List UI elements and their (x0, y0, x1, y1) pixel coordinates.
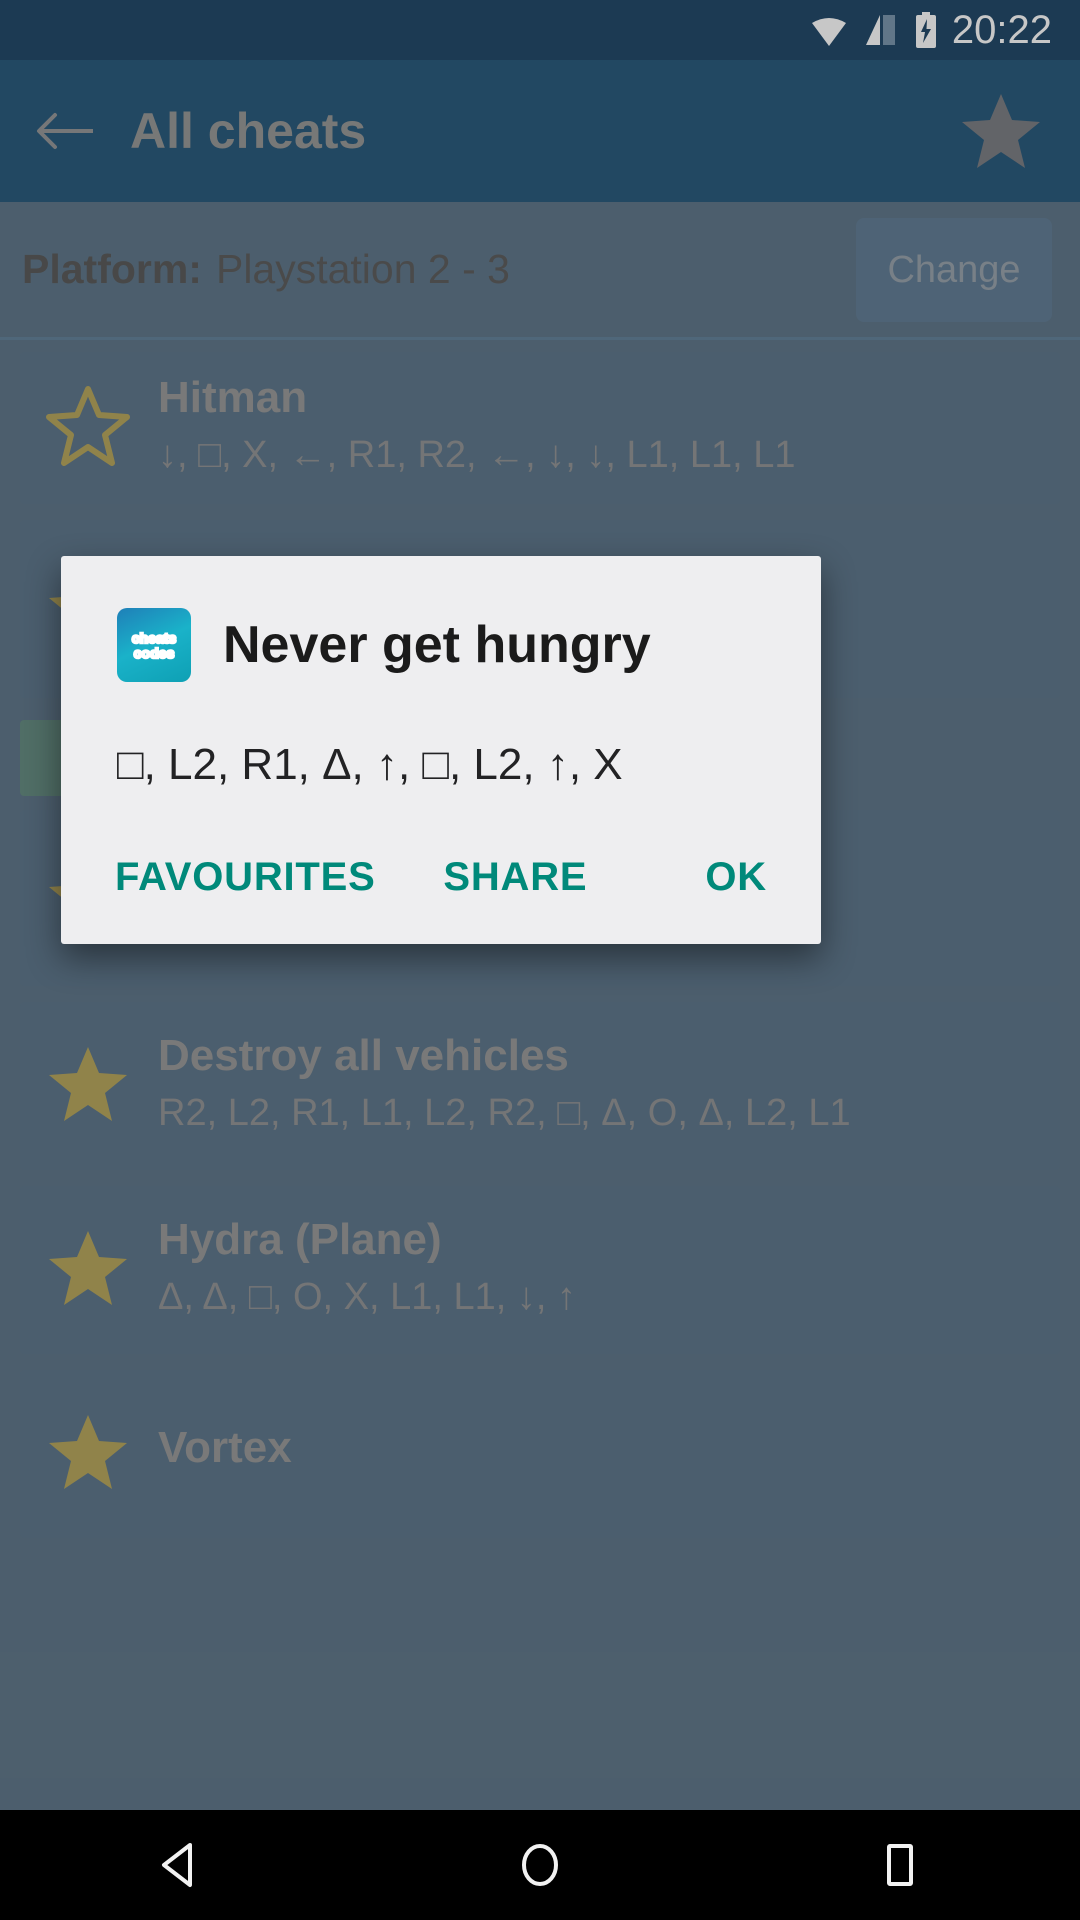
ok-button[interactable]: OK (705, 855, 767, 900)
app-icon-line1: cheats (131, 629, 178, 646)
android-nav-bar (0, 1810, 1080, 1920)
dialog-scrim-top (0, 0, 1080, 202)
nav-recents-icon[interactable] (840, 1810, 960, 1920)
phone-screen: 20:22 All cheats Platform: Playstation 2… (0, 0, 1080, 1920)
dialog-actions: FAVOURITES SHARE OK (61, 793, 821, 944)
dialog-message: □, L2, R1, Δ, ↑, □, L2, ↑, X (117, 740, 623, 789)
share-button[interactable]: SHARE (443, 855, 587, 900)
cheats-codes-app-icon: cheats codes (117, 608, 191, 682)
nav-back-icon[interactable] (120, 1810, 240, 1920)
dialog-scrim[interactable] (0, 202, 1080, 1810)
dialog-title: Never get hungry (223, 616, 651, 674)
dialog-header: cheats codes Never get hungry (61, 556, 821, 682)
favourites-button[interactable]: FAVOURITES (115, 855, 376, 900)
cheat-detail-dialog: cheats codes Never get hungry □, L2, R1,… (61, 556, 821, 945)
app-icon-line2: codes (132, 644, 175, 661)
nav-home-icon[interactable] (480, 1810, 600, 1920)
